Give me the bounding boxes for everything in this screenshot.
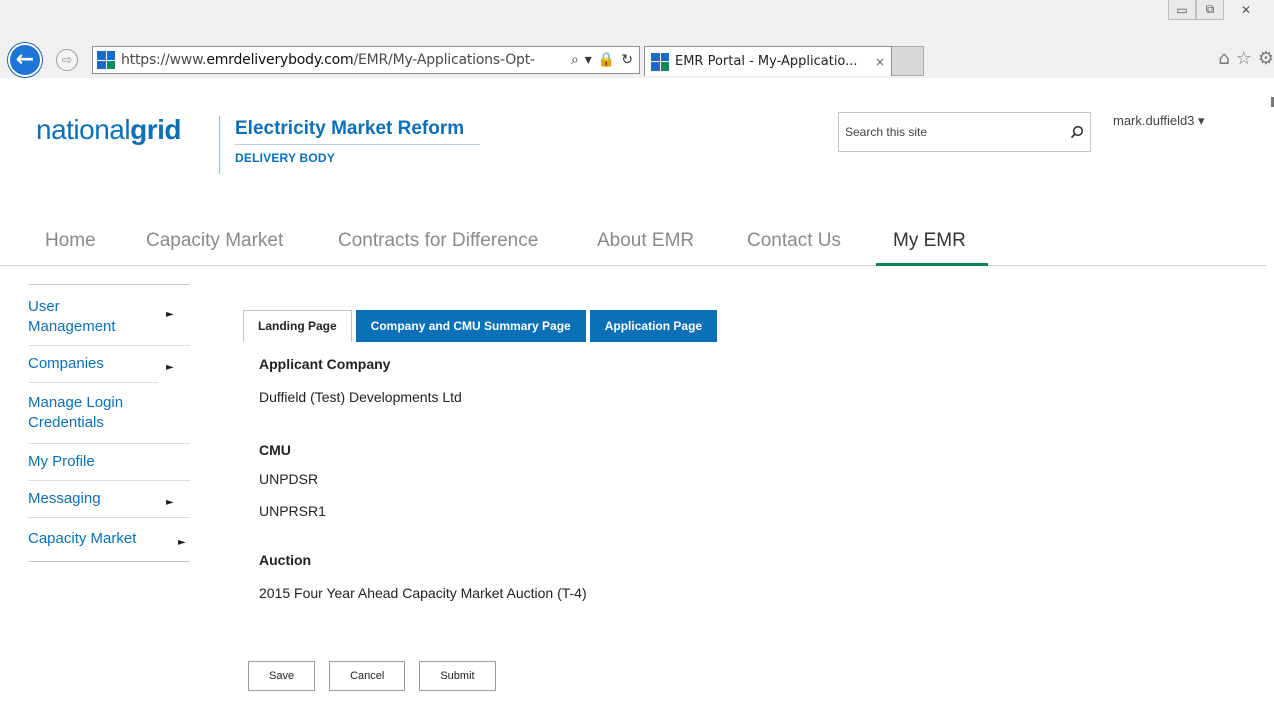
- sidebar-item-label: My Profile: [28, 453, 95, 470]
- tab-close-icon[interactable]: ×: [869, 55, 891, 69]
- browser-toolbar-icons: ⌂ ☆ ⚙: [1218, 48, 1274, 69]
- tab-favicon-icon: [651, 52, 669, 71]
- active-nav-underline: [876, 263, 988, 266]
- search-input[interactable]: [839, 125, 1064, 139]
- applicant-company-label: Applicant Company: [259, 356, 391, 372]
- form-actions: Save Cancel Submit: [248, 661, 496, 691]
- tab-title: EMR Portal - My-Applicatio...: [675, 54, 858, 69]
- cancel-button[interactable]: Cancel: [329, 661, 406, 691]
- sidebar-item-messaging[interactable]: Messaging ►: [28, 480, 190, 517]
- cmu-label: CMU: [259, 442, 291, 458]
- cmu-value: UNPDSR: [259, 471, 319, 487]
- refresh-icon[interactable]: ↻: [621, 52, 633, 68]
- sidebar-item-capacity-market[interactable]: Capacity Market ►: [28, 517, 190, 561]
- cmu-value: UNPRSR1: [259, 503, 326, 519]
- home-icon[interactable]: ⌂: [1218, 48, 1229, 69]
- forward-arrow-icon[interactable]: ⇨: [56, 49, 78, 71]
- lock-icon[interactable]: 🔒: [598, 52, 615, 68]
- address-search-icon[interactable]: ⌕: [571, 52, 579, 68]
- national-grid-logo[interactable]: nationalgrid: [36, 114, 181, 146]
- auction-label: Auction: [259, 552, 312, 568]
- chevron-right-icon[interactable]: ►: [166, 493, 174, 513]
- address-dropdown-icon[interactable]: ▾: [585, 52, 592, 68]
- settings-gear-icon[interactable]: ⚙: [1258, 48, 1274, 69]
- sidebar: User Management ► Companies ► Manage Log…: [28, 284, 190, 562]
- tab-application-page[interactable]: Application Page: [589, 310, 718, 342]
- site-title[interactable]: Electricity Market Reform: [235, 118, 464, 140]
- auction-value: 2015 Four Year Ahead Capacity Market Auc…: [259, 585, 587, 601]
- chevron-right-icon[interactable]: ►: [178, 533, 186, 553]
- search-icon[interactable]: [1064, 125, 1090, 139]
- site-favicon-icon: [97, 51, 115, 69]
- sidebar-item-label: User Management: [28, 298, 116, 335]
- user-menu[interactable]: mark.duffield3 ▾: [1113, 113, 1205, 129]
- logo-light-text: national: [36, 114, 131, 145]
- minimize-icon[interactable]: ▭: [1168, 0, 1196, 20]
- sidebar-item-label: Capacity Market: [28, 530, 137, 547]
- browser-chrome: ▭ ⧉ ✕ ← ⇨ https://www.emrdeliverybody.co…: [0, 0, 1274, 78]
- save-button[interactable]: Save: [248, 661, 316, 691]
- url-domain: emrdeliverybody.com: [206, 52, 354, 68]
- nav-capacity-market[interactable]: Capacity Market: [146, 230, 283, 252]
- browser-tab[interactable]: EMR Portal - My-Applicatio... ×: [644, 46, 892, 76]
- sidebar-item-label: Manage Login Credentials: [28, 394, 124, 431]
- nav-contact-us[interactable]: Contact Us: [747, 230, 841, 252]
- sidebar-item-label: Messaging: [28, 490, 101, 507]
- close-icon[interactable]: ✕: [1224, 0, 1268, 20]
- top-navigation: Home Capacity Market Contracts for Diffe…: [0, 218, 1267, 266]
- submit-button[interactable]: Submit: [419, 661, 496, 691]
- url-prefix: https://www.: [121, 52, 207, 68]
- address-tools: ⌕ ▾ 🔒 ↻: [565, 52, 639, 68]
- sidebar-item-my-profile[interactable]: My Profile: [28, 443, 190, 480]
- nav-contracts-for-difference[interactable]: Contracts for Difference: [338, 230, 538, 252]
- sidebar-item-manage-login-credentials[interactable]: Manage Login Credentials: [28, 382, 158, 443]
- sidebar-item-companies[interactable]: Companies ►: [28, 345, 190, 382]
- back-arrow-icon[interactable]: ←: [8, 43, 42, 77]
- tab-company-and-cmu-summary[interactable]: Company and CMU Summary Page: [355, 310, 586, 342]
- favorites-star-icon[interactable]: ☆: [1236, 48, 1252, 69]
- window-controls: ▭ ⧉ ✕: [1168, 0, 1268, 22]
- site-header: nationalgrid Electricity Market Reform D…: [0, 78, 1274, 218]
- url-text[interactable]: https://www.emrdeliverybody.com/EMR/My-A…: [121, 52, 565, 68]
- sidebar-item-label: Companies: [28, 355, 104, 372]
- nav-my-emr[interactable]: My EMR: [893, 230, 966, 252]
- logo-divider: [219, 116, 220, 174]
- content-tabs: Landing Page Company and CMU Summary Pag…: [243, 310, 718, 342]
- applicant-company-value: Duffield (Test) Developments Ltd: [259, 389, 462, 405]
- sidebar-item-user-management[interactable]: User Management ►: [28, 285, 174, 345]
- restore-icon[interactable]: ⧉: [1196, 0, 1224, 20]
- chevron-right-icon[interactable]: ►: [166, 358, 174, 378]
- new-tab-button[interactable]: [892, 46, 924, 76]
- chevron-right-icon[interactable]: ►: [166, 305, 174, 325]
- tab-landing-page[interactable]: Landing Page: [243, 310, 352, 342]
- title-rule: [235, 144, 480, 145]
- nav-home[interactable]: Home: [45, 230, 96, 252]
- site-search: [838, 112, 1091, 152]
- site-subtitle: DELIVERY BODY: [235, 151, 335, 165]
- logo-bold-text: grid: [130, 114, 181, 145]
- url-path: /EMR/My-Applications-Opt-: [353, 52, 535, 68]
- browser-nav-row: ← ⇨ https://www.emrdeliverybody.com/EMR/…: [0, 40, 1274, 80]
- nav-about-emr[interactable]: About EMR: [597, 230, 694, 252]
- address-bar[interactable]: https://www.emrdeliverybody.com/EMR/My-A…: [92, 46, 640, 74]
